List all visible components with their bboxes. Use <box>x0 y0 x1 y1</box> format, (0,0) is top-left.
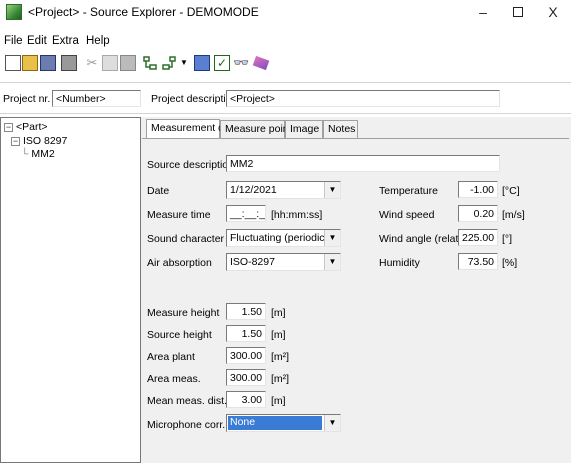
tab-measure-points[interactable]: Measure points <box>220 120 297 138</box>
paste-icon[interactable] <box>120 55 136 71</box>
area-meas-unit: [m²] <box>271 373 290 385</box>
tree-node-label: <Part> <box>16 121 48 133</box>
microphone-corr-select[interactable]: None ▼ <box>226 414 341 432</box>
separator <box>0 82 571 83</box>
project-nr-input[interactable]: <Number> <box>52 90 141 107</box>
measure-time-input[interactable]: __:__:__ <box>226 205 266 222</box>
menu-help[interactable]: Help <box>86 35 110 47</box>
menu-file[interactable]: File <box>4 35 23 47</box>
menu-edit[interactable]: Edit <box>27 35 47 47</box>
microphone-corr-label: Microphone corr. <box>147 419 226 431</box>
air-absorption-select[interactable]: ISO-8297 ▼ <box>226 253 341 271</box>
source-height-input[interactable]: 1.50 <box>226 325 266 342</box>
wind-angle-input[interactable]: 225.00 <box>458 229 498 246</box>
area-meas-label: Area meas. <box>147 373 201 385</box>
measure-height-unit: [m] <box>271 307 286 319</box>
project-nr-label: Project nr. <box>3 93 51 105</box>
measure-time-unit: [hh:mm:ss] <box>271 209 323 221</box>
menu-bar: File Edit Extra Help <box>0 34 571 50</box>
measure-height-input[interactable]: 1.50 <box>226 303 266 320</box>
new-document-icon[interactable] <box>5 55 21 71</box>
print-icon[interactable] <box>61 55 77 71</box>
area-plant-input[interactable]: 300.00 <box>226 347 266 364</box>
tab-image[interactable]: Image <box>285 120 323 138</box>
detail-panel: Measurement data Measure points Image No… <box>141 117 571 463</box>
area-plant-unit: [m²] <box>271 351 290 363</box>
humidity-input[interactable]: 73.50 <box>458 253 498 270</box>
temperature-label: Temperature <box>379 185 438 197</box>
menu-extra[interactable]: Extra <box>52 35 79 47</box>
mean-meas-dist-label: Mean meas. dist. <box>147 395 227 407</box>
wind-angle-unit: [°] <box>502 233 513 245</box>
tree-node-mm2[interactable]: └ MM2 <box>21 148 55 160</box>
mean-meas-dist-unit: [m] <box>271 395 286 407</box>
tab-measurement-data[interactable]: Measurement data <box>146 119 239 139</box>
measure-height-label: Measure height <box>147 307 220 319</box>
source-height-label: Source height <box>147 329 212 341</box>
collapse-icon[interactable]: − <box>11 136 20 146</box>
app-icon <box>6 4 22 20</box>
tree-connector: └ <box>21 148 29 160</box>
grid-icon[interactable] <box>194 55 210 71</box>
date-label: Date <box>147 185 170 197</box>
copy-icon[interactable] <box>102 55 118 71</box>
measure-time-label: Measure time <box>147 209 211 221</box>
save-disk-icon[interactable] <box>40 55 56 71</box>
tree-node-iso[interactable]: − ISO 8297 <box>11 135 67 147</box>
sound-character-value: Fluctuating (periodic) <box>230 232 329 244</box>
tree-expand-icon[interactable] <box>142 55 158 71</box>
tree-view[interactable]: − <Part> − ISO 8297 └ MM2 <box>0 117 141 463</box>
eraser-icon[interactable] <box>252 55 270 71</box>
area-plant-label: Area plant <box>147 351 195 363</box>
sound-character-select[interactable]: Fluctuating (periodic) ▼ <box>226 229 341 247</box>
source-description-input[interactable]: MM2 <box>226 155 500 172</box>
humidity-label: Humidity <box>379 257 420 269</box>
tree-node-label: MM2 <box>31 148 55 160</box>
sound-character-label: Sound character <box>147 233 225 245</box>
minimize-button[interactable]: – <box>468 2 498 22</box>
open-folder-icon[interactable] <box>22 55 38 71</box>
cut-icon[interactable]: ✂ <box>84 55 100 71</box>
date-picker[interactable]: 1/12/2021 ▼ <box>226 181 341 199</box>
temperature-unit: [°C] <box>502 185 520 197</box>
dropdown-arrow-icon[interactable]: ▼ <box>180 55 188 71</box>
separator <box>0 113 571 114</box>
mean-meas-dist-input[interactable]: 3.00 <box>226 391 266 408</box>
project-description-input[interactable]: <Project> <box>226 90 500 107</box>
date-value: 1/12/2021 <box>230 184 277 196</box>
maximize-button[interactable] <box>503 2 533 22</box>
toolbar: ✂ ▼ ✓ 👓 <box>0 53 571 77</box>
tree-node-part[interactable]: − <Part> <box>4 121 48 133</box>
air-absorption-label: Air absorption <box>147 257 212 269</box>
title-bar: <Project> - Source Explorer - DEMOMODE –… <box>0 0 571 24</box>
area-meas-input[interactable]: 300.00 <box>226 369 266 386</box>
close-button[interactable]: X <box>538 2 568 22</box>
chevron-down-icon[interactable]: ▼ <box>324 415 340 431</box>
chevron-down-icon[interactable]: ▼ <box>324 254 340 270</box>
chevron-down-icon[interactable]: ▼ <box>324 182 340 198</box>
air-absorption-value: ISO-8297 <box>230 256 275 268</box>
tree-collapse-icon[interactable] <box>161 55 177 71</box>
checkbox-icon[interactable]: ✓ <box>214 55 230 71</box>
source-description-label: Source description <box>147 159 234 171</box>
project-description-label: Project description <box>151 93 238 105</box>
chevron-down-icon[interactable]: ▼ <box>324 230 340 246</box>
wind-speed-label: Wind speed <box>379 209 435 221</box>
binoculars-icon[interactable]: 👓 <box>233 55 249 71</box>
source-height-unit: [m] <box>271 329 286 341</box>
temperature-input[interactable]: -1.00 <box>458 181 498 198</box>
wind-speed-unit: [m/s] <box>502 209 525 221</box>
tree-node-label: ISO 8297 <box>23 135 68 147</box>
window-title: <Project> - Source Explorer - DEMOMODE <box>28 5 259 19</box>
collapse-icon[interactable]: − <box>4 122 13 132</box>
maximize-icon <box>513 7 523 17</box>
tab-notes[interactable]: Notes <box>323 120 358 138</box>
wind-speed-input[interactable]: 0.20 <box>458 205 498 222</box>
humidity-unit: [%] <box>502 257 518 269</box>
microphone-corr-value: None <box>230 416 256 428</box>
